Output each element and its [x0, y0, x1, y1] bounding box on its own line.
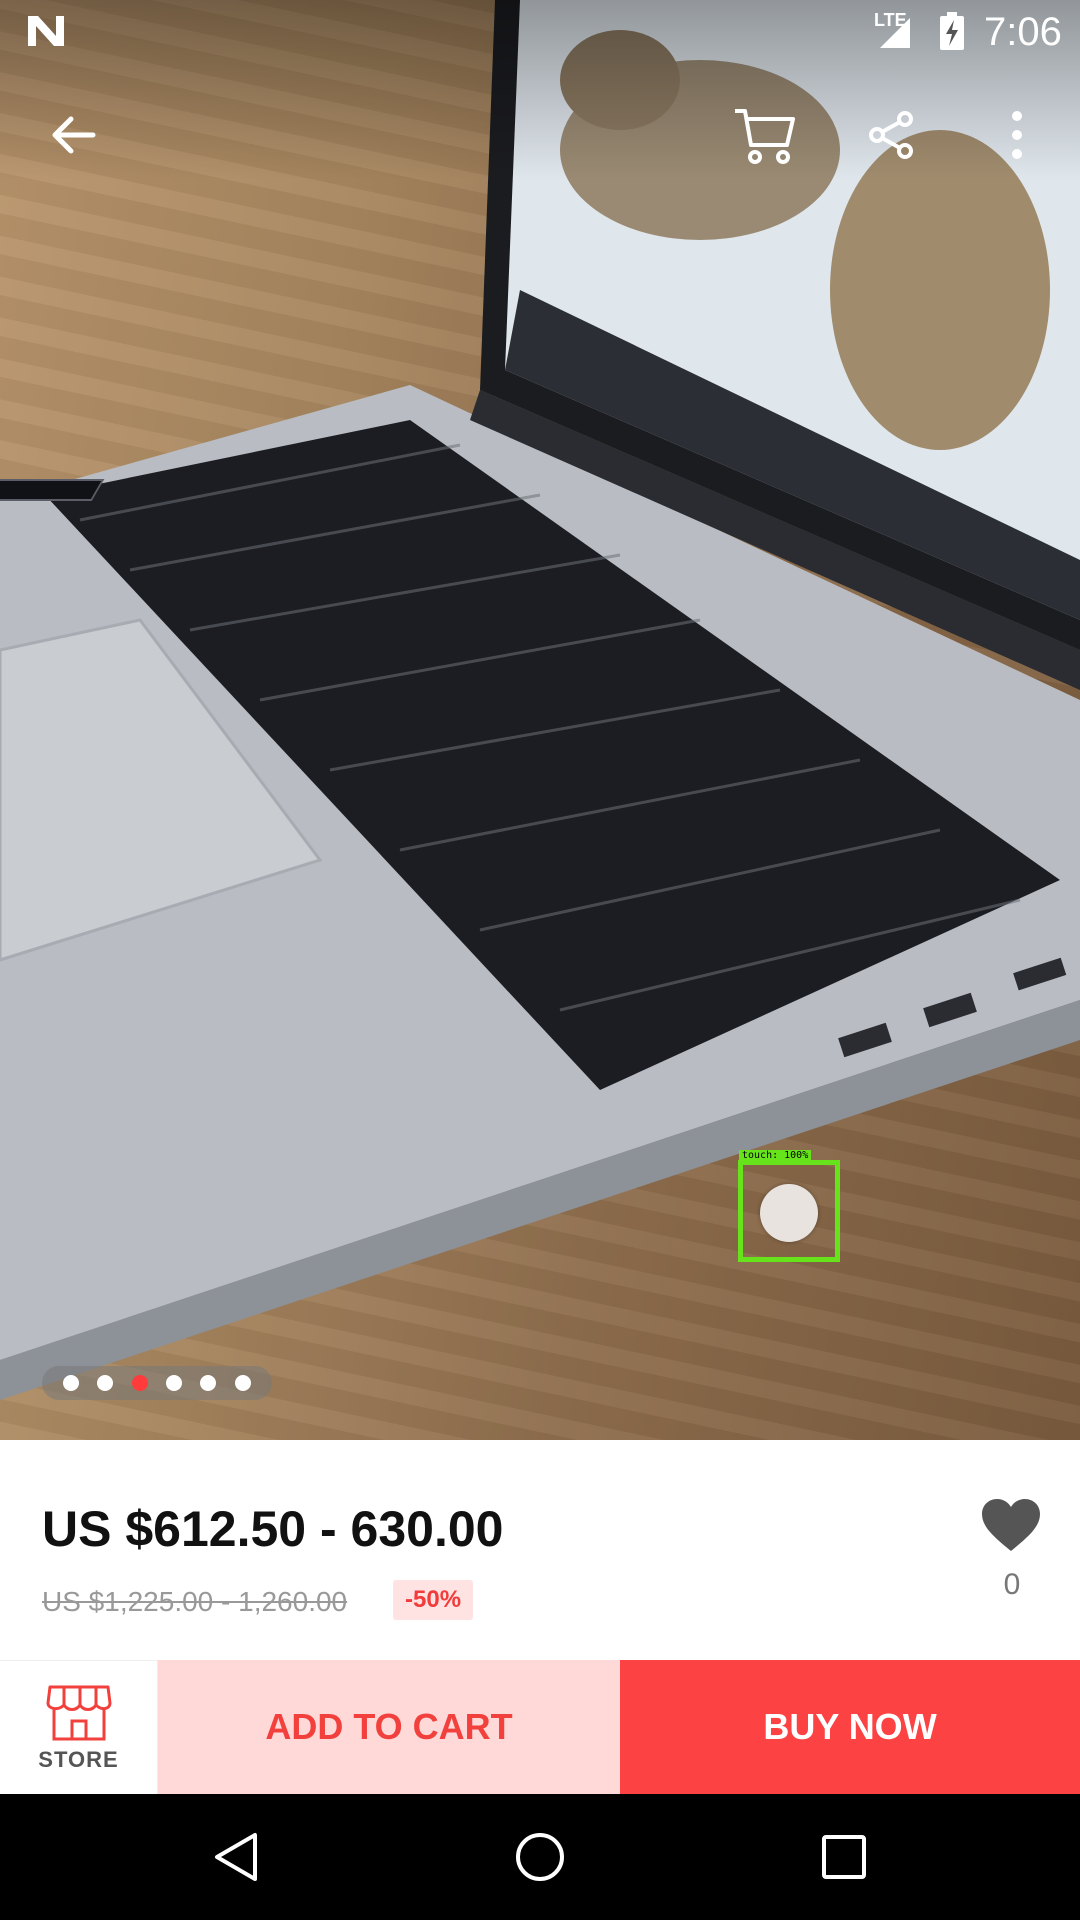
heart-icon[interactable] — [980, 1495, 1042, 1555]
store-icon — [46, 1685, 111, 1740]
purchase-action-bar: STORE ADD TO CART BUY NOW — [0, 1660, 1080, 1794]
pager-dot[interactable] — [97, 1375, 114, 1391]
nav-recents-button[interactable] — [814, 1827, 874, 1887]
image-pager — [42, 1366, 272, 1400]
pager-dot-active[interactable] — [131, 1375, 148, 1391]
original-price: US $1,225.00 - 1,260.00 — [42, 1586, 348, 1617]
cart-button[interactable] — [730, 100, 800, 170]
nav-home-button[interactable] — [510, 1827, 570, 1887]
battery-charging-icon — [940, 12, 964, 50]
arrow-left-icon — [52, 116, 96, 154]
square-recents-icon — [822, 1835, 866, 1879]
store-button[interactable]: STORE — [0, 1660, 158, 1794]
pager-dot[interactable] — [234, 1375, 251, 1391]
product-price: US $612.50 - 630.00 — [42, 1501, 504, 1557]
shopping-cart-icon — [735, 109, 795, 164]
discount-badge: -50% — [393, 1580, 474, 1620]
pager-dot[interactable] — [63, 1375, 80, 1391]
back-button[interactable] — [38, 100, 108, 170]
share-button[interactable] — [856, 100, 926, 170]
pager-dot[interactable] — [166, 1375, 183, 1391]
notification-n-icon — [28, 16, 64, 46]
more-options-button[interactable] — [982, 100, 1052, 170]
product-photo — [0, 0, 1080, 1400]
store-label: STORE — [38, 1746, 119, 1772]
signal-icon — [880, 18, 910, 48]
buy-now-button[interactable]: BUY NOW — [620, 1660, 1080, 1794]
wishlist-count: 0 — [1003, 1568, 1021, 1601]
nav-back-button[interactable] — [206, 1827, 266, 1887]
add-to-cart-button[interactable]: ADD TO CART — [158, 1660, 620, 1794]
pager-dot[interactable] — [200, 1375, 217, 1391]
price-section: US $612.50 - 630.00 US $1,225.00 - 1,260… — [0, 1440, 1080, 1660]
status-bar: LTE 7:06 — [0, 0, 1080, 63]
clock: 7:06 — [984, 10, 1062, 54]
system-nav-bar — [0, 1794, 1080, 1920]
share-icon — [869, 111, 913, 159]
product-image-gallery[interactable]: LTE 7:06 touch: 100% — [0, 0, 1080, 1440]
circle-home-icon — [516, 1833, 564, 1881]
touch-point — [760, 1184, 818, 1242]
triangle-back-icon — [215, 1833, 257, 1881]
more-vertical-icon — [1012, 111, 1022, 159]
